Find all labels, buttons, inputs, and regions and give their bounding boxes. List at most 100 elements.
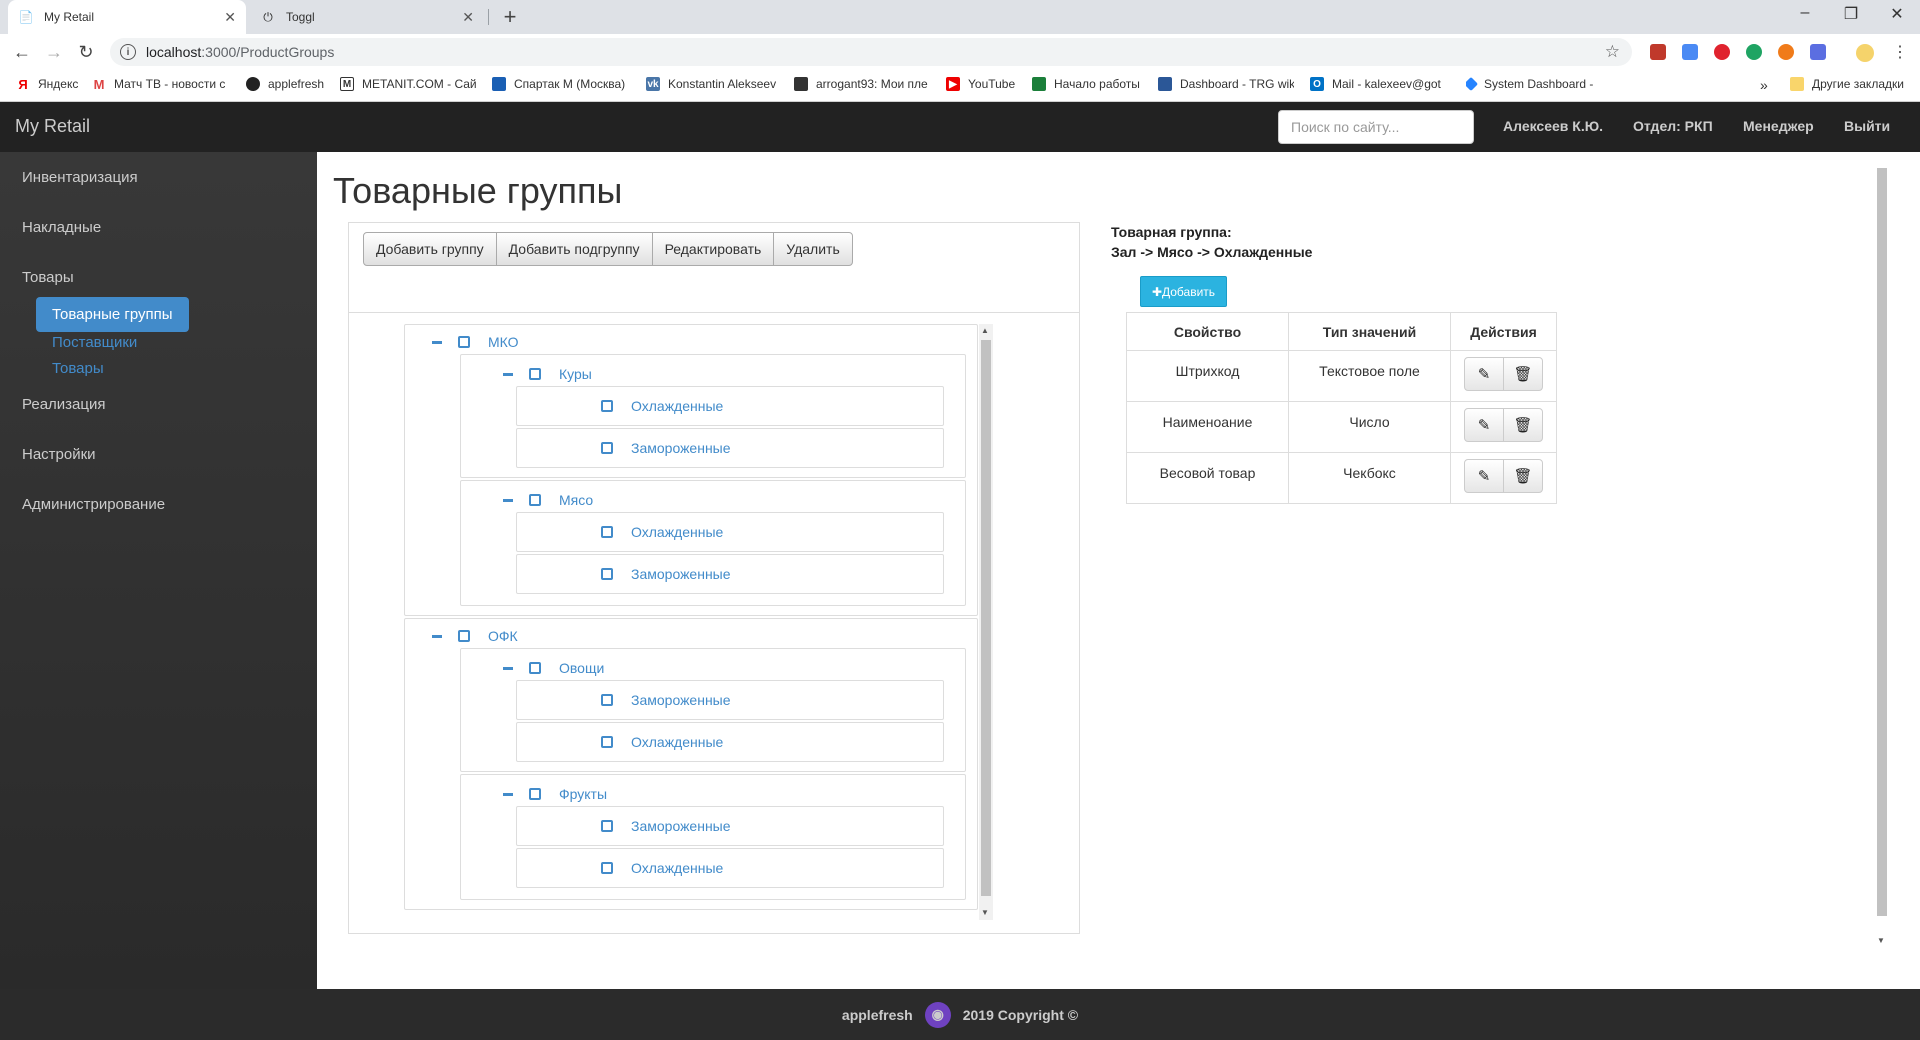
sidebar-subitem-product-groups[interactable]: Товарные группы [36, 297, 189, 332]
add-group-button[interactable]: Добавить группу [363, 232, 497, 266]
collapse-icon[interactable] [503, 792, 513, 796]
bookmark-spartak[interactable]: Спартак М (Москва) [492, 77, 628, 91]
bookmark-other[interactable]: Другие закладки [1790, 77, 1916, 91]
extension-icon[interactable] [1778, 44, 1794, 60]
checkbox[interactable] [601, 820, 613, 832]
checkbox[interactable] [601, 568, 613, 580]
tree-node-frozen[interactable]: Замороженные [601, 692, 731, 708]
scroll-down-icon[interactable]: ▼ [981, 908, 989, 917]
add-subgroup-button[interactable]: Добавить подгруппу [495, 232, 653, 266]
collapse-icon[interactable] [432, 340, 442, 344]
bookmark-metanit[interactable]: M METANIT.COM - Сай [340, 77, 476, 91]
bookmark-vk[interactable]: vk Konstantin Alekseev [646, 77, 780, 91]
close-icon[interactable]: ✕ [462, 9, 474, 26]
logout-link[interactable]: Выйти [1844, 118, 1890, 134]
checkbox[interactable] [458, 630, 470, 642]
scroll-up-icon[interactable]: ▲ [981, 326, 989, 335]
sidebar-item-admin[interactable]: Администрирование [22, 496, 165, 513]
brand-logo[interactable]: My Retail [15, 116, 90, 137]
role-link[interactable]: Менеджер [1743, 118, 1814, 134]
trash-icon[interactable]: 🗑 [1503, 357, 1543, 391]
chat-icon[interactable] [1746, 44, 1762, 60]
checkbox[interactable] [529, 368, 541, 380]
edit-icon[interactable]: ✎ [1464, 408, 1504, 442]
window-close-icon[interactable]: ✕ [1882, 4, 1912, 24]
checkbox[interactable] [529, 494, 541, 506]
github-icon[interactable]: ◉ [924, 1001, 951, 1028]
checkbox[interactable] [601, 862, 613, 874]
restore-icon[interactable]: ❐ [1836, 4, 1866, 24]
extension-icon[interactable] [1650, 44, 1666, 60]
scroll-down-icon[interactable]: ▼ [1877, 936, 1885, 945]
bookmark-system-dashboard[interactable]: System Dashboard - [1466, 77, 1602, 91]
trash-icon[interactable]: 🗑 [1503, 459, 1543, 493]
user-link[interactable]: Алексеев К.Ю. [1503, 118, 1603, 134]
collapse-icon[interactable] [503, 498, 513, 502]
browser-tab-toggl[interactable]: ⏻ Toggl ✕ [250, 0, 484, 34]
search-input[interactable] [1278, 110, 1474, 144]
tree-node-ofk[interactable]: ОФК [432, 628, 518, 644]
bookmark-yandex[interactable]: Я Яндекс [16, 77, 86, 91]
sidebar-item-sales[interactable]: Реализация [22, 396, 105, 413]
translate-icon[interactable] [1682, 44, 1698, 60]
bookmark-star-icon[interactable]: ☆ [1605, 42, 1620, 62]
scrollbar-thumb[interactable] [981, 340, 991, 896]
edit-button[interactable]: Редактировать [651, 232, 775, 266]
edit-icon[interactable]: ✎ [1464, 459, 1504, 493]
browser-tab-my-retail[interactable]: 📄 My Retail ✕ [8, 0, 246, 34]
tree-node-chilled[interactable]: Охлажденные [601, 524, 723, 540]
tree-node-chilled[interactable]: Охлажденные [601, 398, 723, 414]
bookmark-youtube[interactable]: ▶ YouTube [946, 77, 1042, 91]
edit-icon[interactable]: ✎ [1464, 357, 1504, 391]
reload-icon[interactable]: ↻ [74, 40, 98, 64]
collapse-icon[interactable] [432, 634, 442, 638]
checkbox[interactable] [601, 526, 613, 538]
department-link[interactable]: Отдел: РКП [1633, 118, 1713, 134]
address-bar[interactable]: i localhost:3000/ProductGroups ☆ [110, 38, 1632, 66]
checkbox[interactable] [529, 662, 541, 674]
new-tab-icon[interactable]: + [498, 4, 522, 30]
sidebar-subitem-suppliers[interactable]: Поставщики [52, 334, 137, 351]
bookmark-dashboard[interactable]: Dashboard - TRG wik [1158, 77, 1294, 91]
checkbox[interactable] [601, 400, 613, 412]
sidebar-item-goods[interactable]: Товары [22, 269, 74, 286]
forward-icon[interactable]: → [42, 40, 66, 64]
sidebar-item-inventory[interactable]: Инвентаризация [22, 169, 138, 186]
tree-node-frozen[interactable]: Замороженные [601, 818, 731, 834]
tree-node-meat[interactable]: Мясо [503, 492, 593, 508]
page-scrollbar[interactable]: ▼ [1875, 168, 1889, 954]
bookmark-arrogant[interactable]: arrogant93: Мои пле [794, 77, 930, 91]
info-icon[interactable]: i [120, 44, 136, 60]
bookmark-mail[interactable]: O Mail - kalexeev@got [1310, 77, 1446, 91]
add-property-button[interactable]: ✚ Добавить [1140, 276, 1227, 307]
trash-icon[interactable]: 🗑 [1503, 408, 1543, 442]
tree-node-frozen[interactable]: Замороженные [601, 566, 731, 582]
extension-icon[interactable] [1810, 44, 1826, 60]
tree-scrollbar[interactable]: ▲ ▼ [979, 324, 993, 920]
bookmarks-overflow[interactable]: » [1760, 77, 1768, 93]
tree-node-chilled[interactable]: Охлажденные [601, 734, 723, 750]
avatar[interactable] [1856, 44, 1874, 62]
scrollbar-thumb[interactable] [1877, 168, 1887, 916]
tree-node-mko[interactable]: МКО [432, 334, 519, 350]
tree-node-chilled[interactable]: Охлажденные [601, 860, 723, 876]
close-icon[interactable]: ✕ [224, 9, 236, 26]
collapse-icon[interactable] [503, 666, 513, 670]
checkbox[interactable] [529, 788, 541, 800]
footer-author[interactable]: applefresh [842, 1007, 913, 1023]
menu-icon[interactable]: ⋮ [1888, 40, 1912, 64]
tree-node-kury[interactable]: Куры [503, 366, 592, 382]
back-icon[interactable]: ← [10, 40, 34, 64]
sidebar-subitem-goods[interactable]: Товары [52, 360, 104, 377]
checkbox[interactable] [601, 694, 613, 706]
checkbox[interactable] [601, 442, 613, 454]
checkbox[interactable] [458, 336, 470, 348]
collapse-icon[interactable] [503, 372, 513, 376]
bookmark-start[interactable]: Начало работы [1032, 77, 1152, 91]
bookmark-applefresh[interactable]: applefresh [246, 77, 336, 91]
tree-node-frozen[interactable]: Замороженные [601, 440, 731, 456]
sidebar-item-invoices[interactable]: Накладные [22, 219, 101, 236]
tree-node-fruits[interactable]: Фрукты [503, 786, 607, 802]
delete-button[interactable]: Удалить [773, 232, 853, 266]
tree-node-vegetables[interactable]: Овощи [503, 660, 604, 676]
